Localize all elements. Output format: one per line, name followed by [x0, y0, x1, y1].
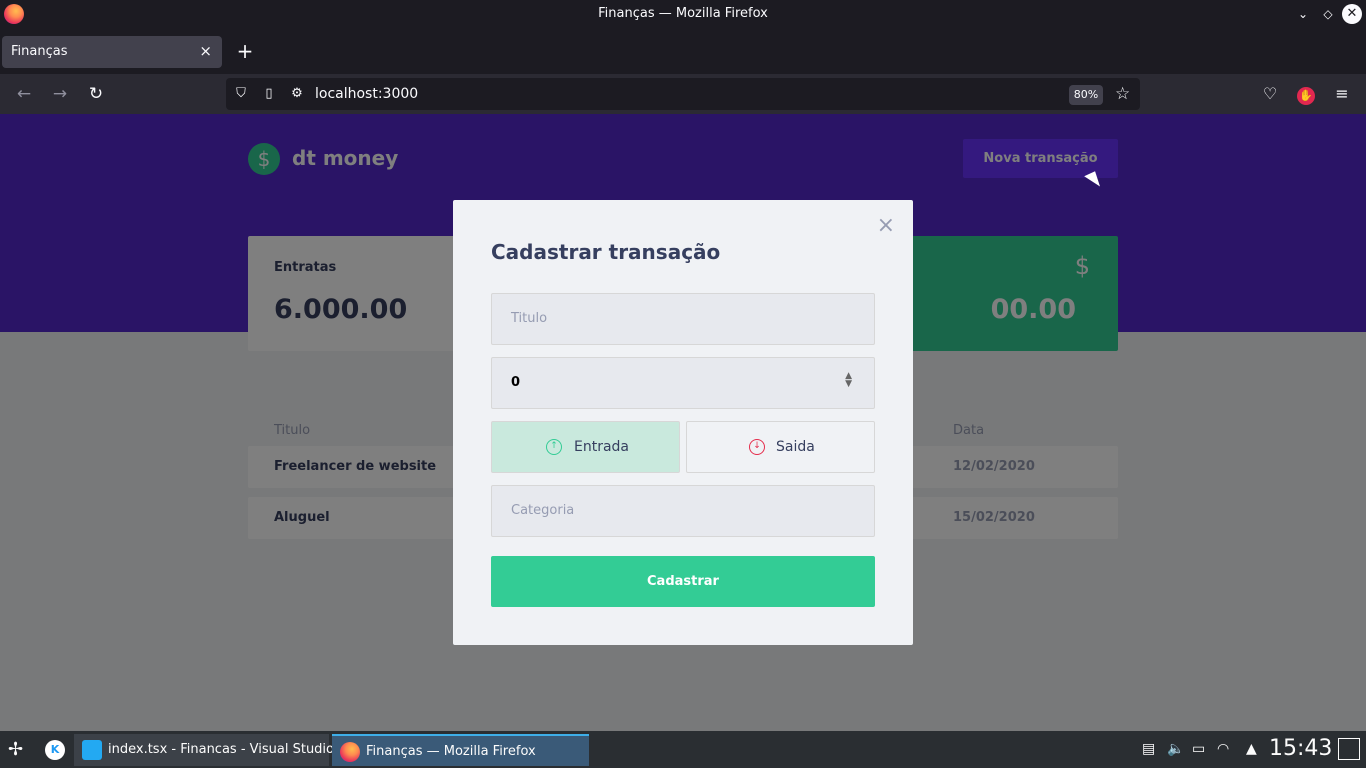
zoom-level-badge[interactable]: 80%	[1069, 85, 1103, 105]
kde-icon[interactable]: K	[45, 740, 65, 760]
tab-strip: Finanças × +	[0, 28, 1366, 74]
url-bar[interactable]: ⛉ ▯ ⚙ localhost:3000 80% ☆	[226, 78, 1140, 110]
vscode-icon	[82, 740, 102, 760]
title-placeholder: Titulo	[511, 311, 548, 326]
page-content: $ dt money Nova transação Entratas 6.000…	[0, 114, 1366, 731]
reload-button[interactable]: ↻	[84, 82, 108, 106]
browser-tab-financas[interactable]: Finanças ×	[2, 36, 222, 68]
clock[interactable]: 15:43	[1269, 736, 1332, 761]
minimize-button[interactable]: ⌄	[1293, 4, 1313, 24]
close-window-button[interactable]: ✕	[1342, 4, 1362, 24]
arrow-left-icon: ←	[16, 84, 32, 104]
forward-button[interactable]: →	[48, 82, 72, 106]
back-button[interactable]: ←	[12, 82, 36, 106]
window-title: Finanças — Mozilla Firefox	[598, 6, 768, 21]
outcome-type-label: Saida	[776, 439, 815, 455]
bookmark-star-icon[interactable]: ☆	[1115, 84, 1130, 104]
number-spinner-icon[interactable]: ▲ ▼	[845, 372, 852, 389]
outcome-type-button[interactable]: ↓ Saida	[686, 421, 875, 473]
wifi-icon[interactable]: ◠	[1217, 741, 1229, 757]
income-type-label: Entrada	[574, 439, 630, 455]
close-tab-button[interactable]: ×	[199, 42, 212, 60]
navigation-bar: ← → ↻ ⛉ ▯ ⚙ localhost:3000 80% ☆ ♡ ✋ ≡	[0, 74, 1366, 114]
income-type-button[interactable]: ↑ Entrada	[491, 421, 680, 473]
task-firefox[interactable]: Finanças — Mozilla Firefox	[332, 734, 589, 766]
permissions-icon[interactable]: ⚙	[289, 86, 305, 102]
reload-icon: ↻	[88, 84, 104, 104]
clipboard-icon[interactable]: ▤	[1142, 741, 1155, 757]
new-transaction-modal: × Cadastrar transação Titulo 0 ▲ ▼ ↑ Entr…	[453, 200, 913, 645]
firefox-icon	[340, 742, 360, 762]
arrow-right-icon: →	[52, 84, 68, 104]
amount-value: 0	[511, 375, 521, 390]
task-label: Finanças — Mozilla Firefox	[366, 744, 536, 759]
arrow-up-circle-icon: ↑	[546, 439, 562, 455]
tray-expand-icon[interactable]: ▲	[1246, 741, 1257, 757]
maximize-button[interactable]: ◇	[1318, 4, 1338, 24]
app-launcher-icon[interactable]: ✢	[8, 739, 23, 760]
pocket-icon[interactable]: ♡	[1258, 82, 1282, 106]
new-tab-button[interactable]: +	[234, 40, 256, 62]
tab-title: Finanças	[11, 44, 68, 59]
menu-icon[interactable]: ≡	[1330, 82, 1354, 106]
category-placeholder: Categoria	[511, 503, 575, 518]
task-label: index.tsx - Financas - Visual Studio...	[108, 742, 347, 757]
taskbar: ✢ K index.tsx - Financas - Visual Studio…	[0, 731, 1366, 768]
page-icon[interactable]: ▯	[261, 86, 277, 102]
modal-title: Cadastrar transação	[491, 240, 721, 264]
extension-icon[interactable]: ✋	[1294, 82, 1318, 106]
show-desktop-button[interactable]	[1338, 738, 1360, 760]
arrow-down-circle-icon: ↓	[749, 439, 765, 455]
close-modal-button[interactable]: ×	[877, 213, 895, 238]
amount-input[interactable]: 0 ▲ ▼	[491, 357, 875, 409]
title-input[interactable]: Titulo	[491, 293, 875, 345]
volume-icon[interactable]: 🔈	[1167, 741, 1184, 757]
url-text[interactable]: localhost:3000	[315, 86, 418, 102]
shield-icon[interactable]: ⛉	[233, 86, 249, 102]
submit-button[interactable]: Cadastrar	[491, 556, 875, 607]
task-vscode[interactable]: index.tsx - Financas - Visual Studio...	[74, 734, 346, 766]
window-titlebar: Finanças — Mozilla Firefox ⌄ ◇ ✕	[0, 0, 1366, 28]
category-input[interactable]: Categoria	[491, 485, 875, 537]
battery-icon[interactable]: ▭	[1192, 741, 1205, 757]
